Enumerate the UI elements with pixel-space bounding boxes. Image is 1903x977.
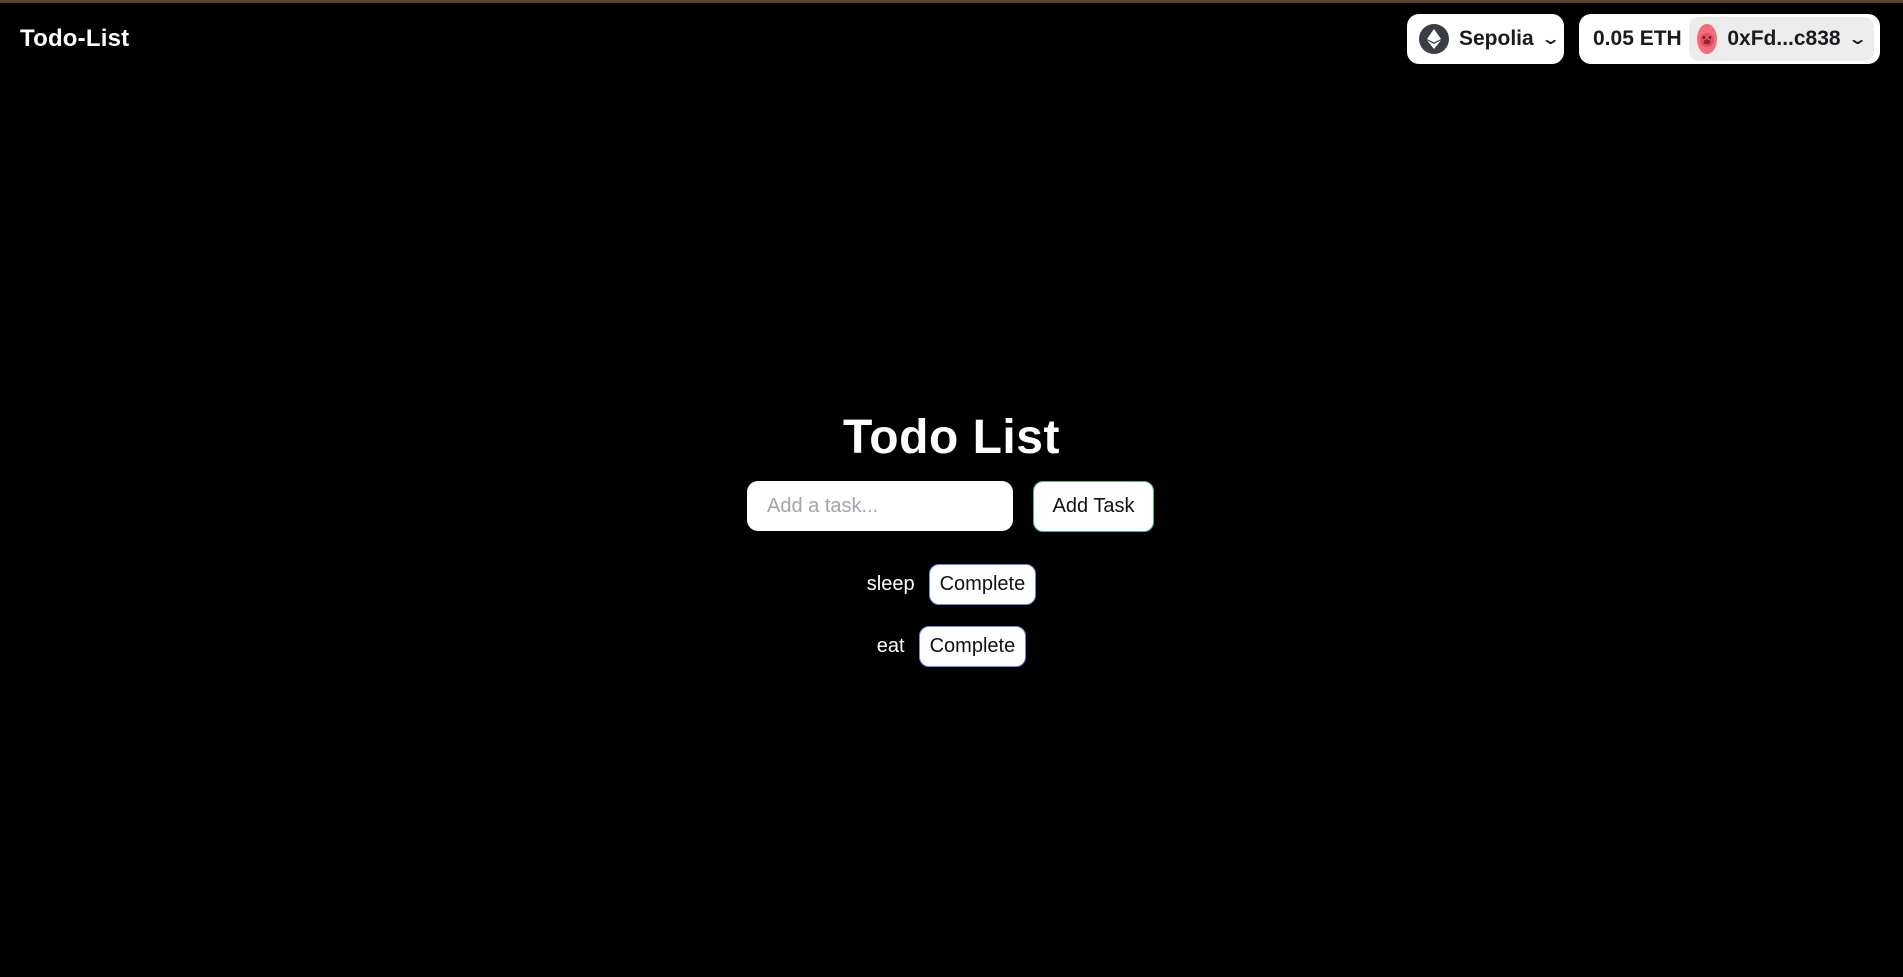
add-task-button[interactable]: Add Task — [1033, 481, 1154, 532]
complete-task-button[interactable]: Complete — [918, 625, 1027, 667]
network-label: Sepolia — [1459, 27, 1534, 50]
task-item: sleep Complete — [0, 563, 1903, 605]
chevron-down-icon: ⌄ — [1540, 31, 1561, 48]
task-input[interactable] — [747, 481, 1013, 531]
account-address: 0xFd...c838 — [1727, 27, 1841, 50]
app-brand: Todo-List — [20, 25, 130, 52]
balance-display[interactable]: 0.05 ETH — [1579, 27, 1689, 51]
pig-avatar-icon — [1697, 24, 1718, 54]
ethereum-icon — [1419, 24, 1449, 54]
network-selector-button[interactable]: Sepolia ⌄ — [1407, 14, 1564, 64]
complete-task-button[interactable]: Complete — [928, 563, 1037, 605]
account-address-button[interactable]: 0xFd...c838 ⌄ — [1689, 17, 1874, 61]
task-item: eat Complete — [0, 625, 1903, 667]
page-title: Todo List — [843, 411, 1060, 464]
task-text: eat — [876, 634, 905, 657]
chevron-down-icon: ⌄ — [1847, 31, 1868, 48]
task-text: sleep — [866, 572, 915, 595]
app-header: Todo-List Sepolia ⌄ 0.05 ETH 0xFd...c838… — [0, 3, 1903, 77]
account-widget: 0.05 ETH 0xFd...c838 ⌄ — [1579, 14, 1880, 64]
